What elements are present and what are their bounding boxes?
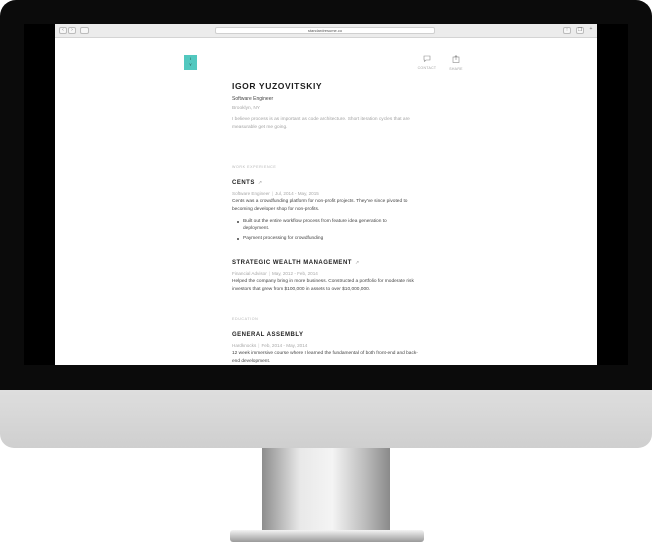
company-name: STRATEGIC WEALTH MANAGEMENT: [232, 260, 352, 266]
external-link-arrow-icon: ↗: [354, 260, 360, 266]
section-label-work: WORK EXPERIENCE: [232, 165, 277, 169]
company-name: CENTS: [232, 180, 255, 186]
monitor-chin: [0, 390, 652, 448]
job-title-headline: Software Engineer: [232, 96, 274, 102]
share-button[interactable]: SHARE: [445, 55, 467, 71]
logo-letter-2: Y: [189, 62, 192, 67]
sidebar-toggle-button[interactable]: [80, 27, 89, 34]
job-role: Financial Advisor: [232, 271, 267, 276]
share-label: SHARE: [449, 67, 463, 71]
browser-window: ‹ › standardresume.co ↑ ❐ + I Y IGOR YUZ…: [55, 24, 597, 365]
job-dates: Jul, 2014 - May, 2015: [275, 191, 319, 196]
url-text: standardresume.co: [307, 28, 343, 33]
forward-button[interactable]: ›: [68, 27, 76, 34]
new-tab-button[interactable]: +: [588, 27, 594, 34]
back-button[interactable]: ‹: [59, 27, 67, 34]
job-description: Cents was a crowdfunding platform for no…: [232, 199, 408, 212]
school-meta: Hardknocks | Feb, 2014 - May, 2014: [232, 343, 307, 348]
job-description: Helped the company bring in more busines…: [232, 279, 414, 292]
job-company[interactable]: STRATEGIC WEALTH MANAGEMENT ↗: [232, 260, 360, 266]
job-dates: May, 2012 - Feb, 2014: [271, 271, 318, 276]
imac-monitor: ‹ › standardresume.co ↑ ❐ + I Y IGOR YUZ…: [0, 0, 652, 544]
tabs-overview-button[interactable]: ❐: [576, 27, 584, 34]
share-toolbar-button[interactable]: ↑: [563, 27, 571, 34]
browser-toolbar: ‹ › standardresume.co ↑ ❐ +: [55, 24, 597, 38]
location: Brooklyn, NY: [232, 106, 260, 111]
school-program: Hardknocks: [232, 343, 257, 348]
job-meta: Financial Advisor | May, 2012 - Feb, 2014: [232, 271, 318, 276]
list-item: Payment processing for crowdfunding: [235, 235, 405, 242]
job-company[interactable]: CENTS ↗: [232, 180, 263, 186]
share-icon: [445, 55, 467, 65]
school-name: GENERAL ASSEMBLY: [232, 332, 304, 338]
monitor-stand-foot: [230, 530, 424, 542]
section-label-education: EDUCATION: [232, 317, 259, 321]
profile-name: IGOR YUZOVITSKIY: [232, 81, 323, 91]
job-role: Software Engineer: [232, 191, 270, 196]
contact-button[interactable]: CONTACT: [416, 55, 438, 70]
list-item: Built out the entire workflow process fr…: [235, 218, 405, 233]
school-dates: Feb, 2014 - May, 2014: [261, 343, 308, 348]
address-bar[interactable]: standardresume.co: [215, 27, 435, 34]
bio: I believe process is as important as cod…: [232, 117, 410, 130]
job-meta: Software Engineer | Jul, 2014 - May, 2015: [232, 191, 319, 196]
external-link-arrow-icon: ↗: [257, 180, 263, 186]
monogram-logo: I Y: [184, 55, 197, 70]
contact-label: CONTACT: [417, 66, 437, 70]
school-description: 12 week immersive course where I learned…: [232, 351, 418, 364]
monitor-screen: ‹ › standardresume.co ↑ ❐ + I Y IGOR YUZ…: [24, 24, 628, 365]
job-bullets: Built out the entire workflow process fr…: [235, 218, 405, 244]
chat-bubble-icon: [416, 55, 438, 64]
resume-page: I Y IGOR YUZOVITSKIY CONTACT SHARE Softw…: [55, 38, 597, 365]
monitor-stand-neck: [262, 448, 390, 534]
